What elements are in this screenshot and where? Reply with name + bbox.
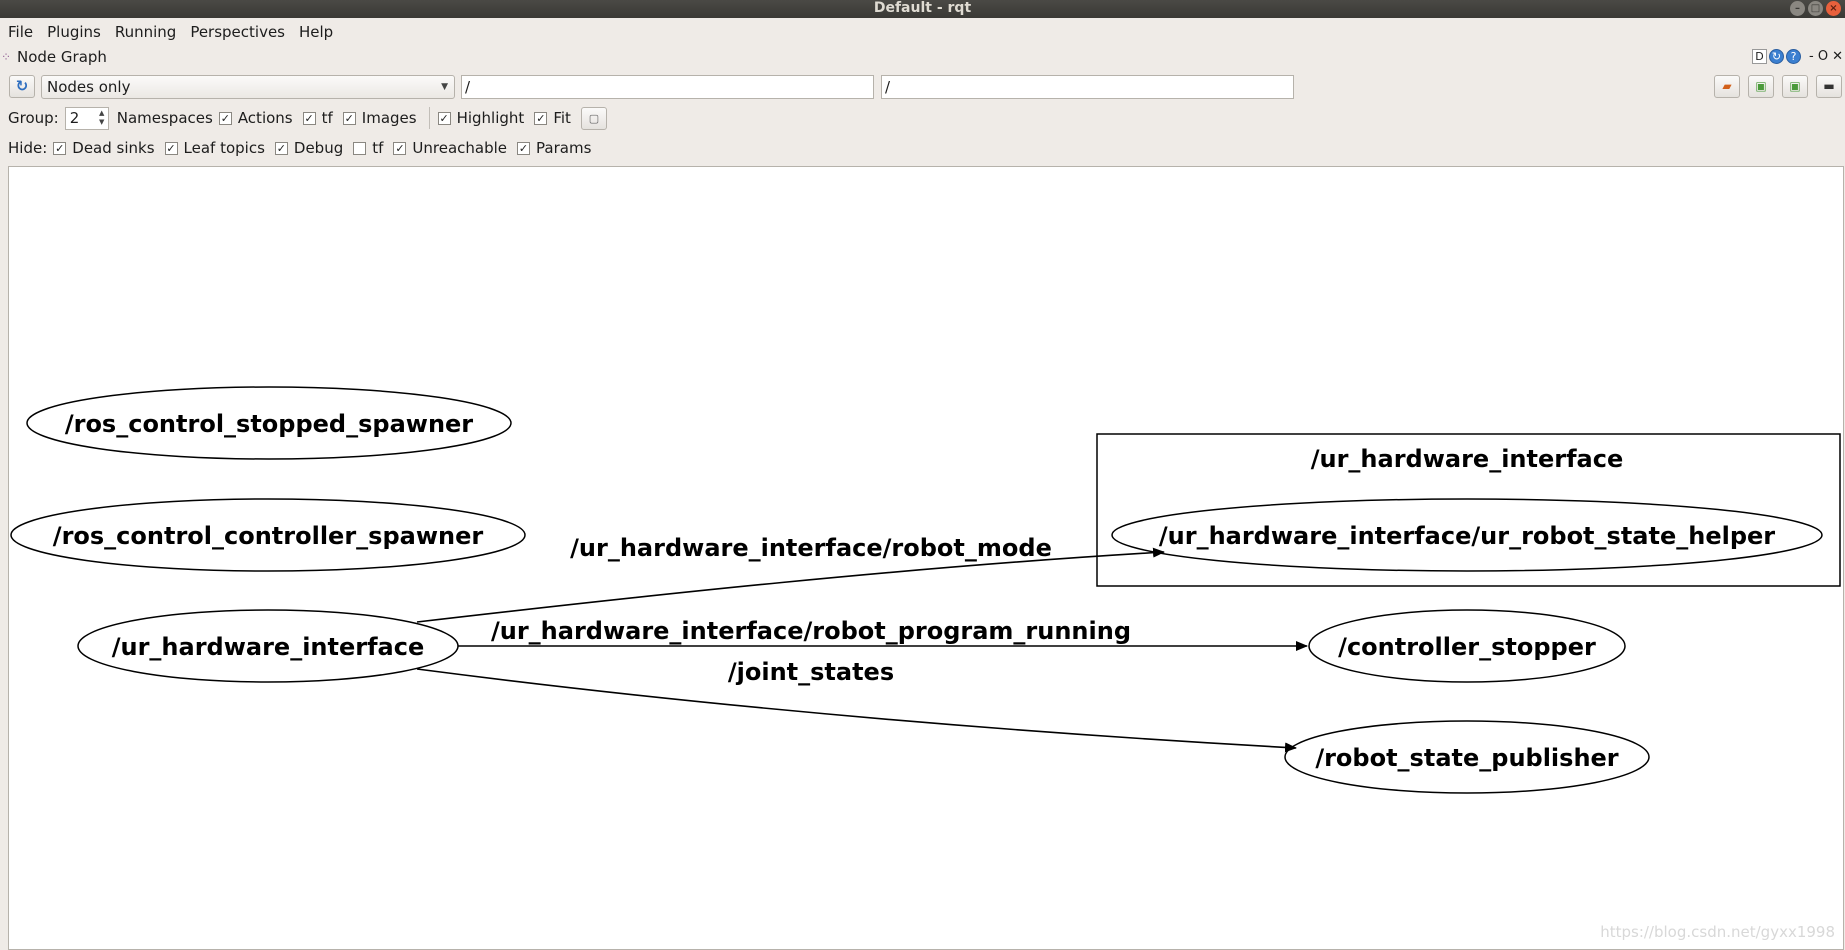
menu-perspectives[interactable]: Perspectives <box>190 23 285 41</box>
refresh-graph-button[interactable]: ↻ <box>9 75 35 98</box>
chevron-down-icon: ▼ <box>441 82 448 92</box>
edge-label: /ur_hardware_interface/robot_mode <box>570 534 1052 562</box>
group-value: 2 <box>69 108 80 127</box>
checkbox-icon[interactable] <box>353 141 367 155</box>
save-svg-button[interactable]: ▣ <box>1782 75 1808 98</box>
node-robot-state-helper[interactable]: /ur_hardware_interface/ur_robot_state_he… <box>1111 498 1823 572</box>
node-ur-hardware-interface[interactable]: /ur_hardware_interface <box>77 609 459 683</box>
graph-toolbar: ↻ Nodes only ▼ / / ▰ ▣ ▣ ▬ <box>0 72 1845 100</box>
node-label: /robot_state_publisher <box>1315 744 1618 772</box>
menu-running[interactable]: Running <box>115 23 176 41</box>
minimize-icon[interactable]: – <box>1790 1 1805 16</box>
checkbox-label: Highlight <box>456 109 525 127</box>
plugin-title: Node Graph <box>17 48 107 66</box>
checkbox-label: tf <box>321 109 333 127</box>
watermark: https://blog.csdn.net/gyxx1998 <box>1600 923 1835 941</box>
checkbox-label: Params <box>536 139 592 157</box>
checkbox-label: Images <box>361 109 417 127</box>
node-label: /ros_control_stopped_spawner <box>65 410 473 438</box>
group-options-row: Group: 2 ▲ ▼ Namespaces ✓ Actions ✓ tf ✓ … <box>0 104 1845 132</box>
node-stopped-spawner[interactable]: /ros_control_stopped_spawner <box>26 386 512 460</box>
menu-help[interactable]: Help <box>299 23 333 41</box>
checkbox-icon[interactable]: ✓ <box>517 141 531 155</box>
toolbar-separator <box>428 107 430 129</box>
topic-filter-input[interactable]: / <box>881 75 1294 99</box>
graph-mode-select[interactable]: Nodes only ▼ <box>41 75 455 99</box>
node-controller-stopper[interactable]: /controller_stopper <box>1308 609 1626 683</box>
edge-label: /ur_hardware_interface/robot_program_run… <box>491 617 1131 645</box>
fit-checkbox[interactable]: ✓ Fit <box>534 109 571 127</box>
group-spinbox[interactable]: 2 ▲ ▼ <box>64 106 109 130</box>
checkbox-label: Dead sinks <box>72 139 155 157</box>
namespace-filter-input[interactable]: / <box>461 75 874 99</box>
menu-plugins[interactable]: Plugins <box>47 23 101 41</box>
node-graph-svg: /ur_hardware_interface /ros_control_stop… <box>10 386 1841 794</box>
tf-checkbox[interactable]: ✓ tf <box>302 109 333 127</box>
edge-label: /joint_states <box>728 658 894 686</box>
checkbox-icon[interactable]: ✓ <box>274 141 288 155</box>
dock-toggle-button[interactable]: D <box>1752 49 1768 64</box>
highlight-checkbox[interactable]: ✓ Highlight <box>437 109 525 127</box>
namespaces-label: Namespaces <box>116 109 213 127</box>
edge-program-running[interactable]: /ur_hardware_interface/robot_program_run… <box>458 617 1308 651</box>
help-icon[interactable]: ? <box>1786 49 1802 64</box>
cluster-title: /ur_hardware_interface <box>1311 445 1624 473</box>
node-label: /ur_hardware_interface/ur_robot_state_he… <box>1159 522 1775 550</box>
maximize-icon[interactable]: □ <box>1808 1 1823 16</box>
float-close-controls[interactable]: - O <box>1809 49 1828 64</box>
checkbox-label: Unreachable <box>412 139 508 157</box>
checkbox-icon[interactable]: ✓ <box>393 141 407 155</box>
images-checkbox[interactable]: ✓ Images <box>342 109 417 127</box>
debug-checkbox[interactable]: ✓ Debug <box>274 139 344 157</box>
menu-file[interactable]: File <box>8 23 33 41</box>
hide-tf-checkbox[interactable]: tf <box>353 139 383 157</box>
checkbox-icon[interactable]: ✓ <box>534 111 548 125</box>
edge-robot-mode[interactable]: /ur_hardware_interface/robot_mode <box>416 534 1165 623</box>
plugin-header: ⁘ Node Graph D ↻ ? - O ✕ <box>0 46 1845 68</box>
checkbox-icon[interactable]: ✓ <box>302 111 316 125</box>
close-plugin-icon[interactable]: ✕ <box>1832 49 1843 64</box>
hide-label: Hide: <box>8 139 48 157</box>
leaf-topics-checkbox[interactable]: ✓ Leaf topics <box>164 139 265 157</box>
load-dot-button[interactable]: ▰ <box>1714 75 1740 98</box>
graph-canvas[interactable]: /ur_hardware_interface /ros_control_stop… <box>8 166 1844 950</box>
fit-in-view-button[interactable]: ▢ <box>580 106 607 130</box>
plugin-grip-icon[interactable]: ⁘ <box>1 50 15 64</box>
plugin-controls: D ↻ ? - O ✕ <box>1752 49 1843 64</box>
hide-options-row: Hide: ✓ Dead sinks ✓ Leaf topics ✓ Debug… <box>0 135 1845 161</box>
close-icon[interactable]: × <box>1826 1 1841 16</box>
reload-plugin-icon[interactable]: ↻ <box>1769 49 1785 64</box>
checkbox-label: Leaf topics <box>183 139 265 157</box>
actions-checkbox[interactable]: ✓ Actions <box>218 109 293 127</box>
node-label: /ros_control_controller_spawner <box>53 522 484 550</box>
checkbox-label: tf <box>372 139 384 157</box>
group-label: Group: <box>8 109 59 127</box>
params-checkbox[interactable]: ✓ Params <box>517 139 591 157</box>
window-title: Default - rqt <box>873 0 972 16</box>
node-controller-spawner[interactable]: /ros_control_controller_spawner <box>10 498 526 572</box>
window-titlebar: Default - rqt – □ × <box>0 0 1845 18</box>
menu-bar: File Plugins Running Perspectives Help <box>0 18 1845 46</box>
spin-arrows-icon[interactable]: ▲ ▼ <box>97 109 107 128</box>
node-label: /ur_hardware_interface <box>112 633 425 661</box>
save-image-button[interactable]: ▬ <box>1816 75 1842 98</box>
checkbox-icon[interactable]: ✓ <box>342 111 356 125</box>
checkbox-label: Debug <box>293 139 344 157</box>
save-dot-button[interactable]: ▣ <box>1748 75 1774 98</box>
node-robot-state-publisher[interactable]: /robot_state_publisher <box>1284 720 1650 794</box>
checkbox-icon[interactable]: ✓ <box>164 141 178 155</box>
checkbox-icon[interactable]: ✓ <box>437 111 451 125</box>
graph-mode-value: Nodes only <box>47 78 131 96</box>
dead-sinks-checkbox[interactable]: ✓ Dead sinks <box>53 139 155 157</box>
edge-joint-states[interactable]: /joint_states <box>416 658 1297 753</box>
checkbox-label: Actions <box>237 109 293 127</box>
window-controls: – □ × <box>1790 1 1841 16</box>
checkbox-label: Fit <box>553 109 571 127</box>
checkbox-icon[interactable]: ✓ <box>53 141 67 155</box>
node-label: /controller_stopper <box>1338 633 1596 661</box>
unreachable-checkbox[interactable]: ✓ Unreachable <box>393 139 507 157</box>
checkbox-icon[interactable]: ✓ <box>218 111 232 125</box>
